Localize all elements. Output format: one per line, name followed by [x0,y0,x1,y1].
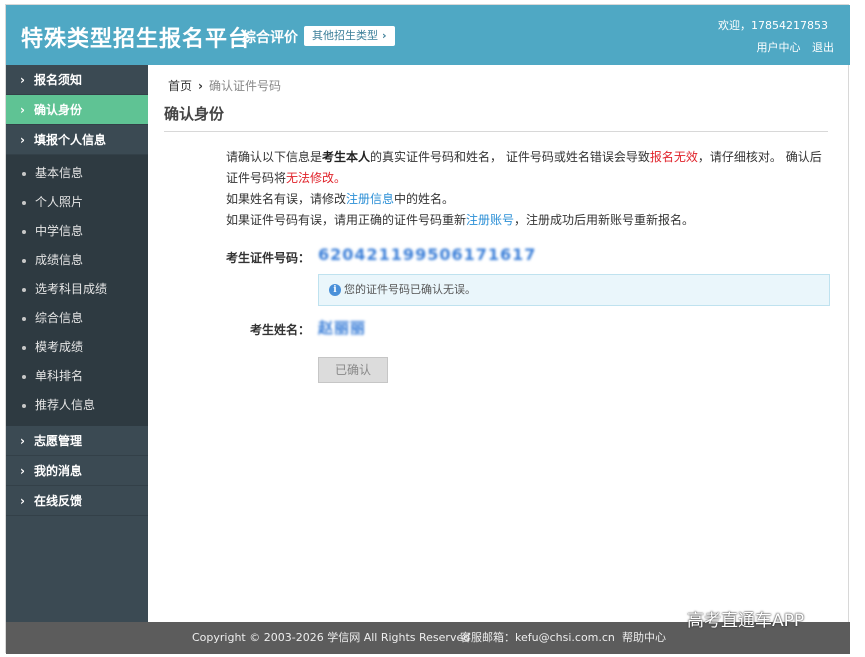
bullet-icon [22,200,26,205]
chevron-right-icon: › [20,464,25,478]
sidebar-subitem-label: 基本信息 [35,166,84,180]
page-frame: 特殊类型招生报名平台 综合评价 其他招生类型 › 欢迎，17854217853 用… [5,4,850,654]
copyright-text: Copyright © 2003-2026 学信网 All Rights Res… [192,631,471,644]
chevron-right-icon: › [20,103,25,117]
bullet-icon [22,287,26,292]
support-email: 客服邮箱：kefu@chsi.com.cn [460,631,615,644]
user-links: 用户中心 退出 [749,39,835,55]
registration-info-link[interactable]: 注册信息 [346,192,394,206]
sidebar-item-my-messages[interactable]: › 我的消息 [6,456,148,486]
sidebar-item-registration-notice[interactable]: › 报名须知 [6,65,148,95]
breadcrumb: 首页 › 确认证件号码 [168,77,281,94]
chevron-right-icon: › [382,29,387,42]
bullet-icon [22,258,26,263]
bullet-icon [22,316,26,321]
sidebar: › 报名须知 › 确认身份 › 填报个人信息 基本信息 个人照片 中学信息 成绩信息 … [6,65,148,622]
sidebar-subitem-referee-info[interactable]: 推荐人信息 [6,391,148,420]
chevron-right-icon: › [20,133,25,147]
other-admission-types-label: 其他招生类型 [312,29,378,42]
logout-link[interactable]: 退出 [812,41,834,54]
notice-paragraph-3: 如果证件号码有误，请用正确的证件号码重新注册账号，注册成功后用新账号重新报名。 [226,210,830,231]
register-account-link[interactable]: 注册账号 [466,213,514,227]
sidebar-subitem-label: 综合信息 [35,311,84,325]
bullet-icon [22,374,26,379]
name-label: 考生姓名： [250,323,311,337]
breadcrumb-home-link[interactable]: 首页 [168,79,192,93]
sidebar-item-label: 报名须知 [34,73,83,87]
notice-text-segment: 中的姓名。 [394,192,455,206]
notice-warning-text: 报名无效 [649,150,698,164]
sidebar-item-label: 填报个人信息 [34,133,107,147]
bullet-icon [22,345,26,350]
id-number-value: 620421199506171617 [318,245,537,264]
sidebar-subitem-label: 选考科目成绩 [35,282,108,296]
notice-paragraph-2: 如果姓名有误，请修改注册信息中的姓名。 [226,189,830,210]
platform-title: 特殊类型招生报名平台 [21,27,252,52]
id-confirmed-message: 您的证件号码已确认无误。 [344,283,476,296]
notice-warning-text: 无法修改。 [286,171,347,185]
sidebar-subitem-label: 模考成绩 [35,340,84,354]
notice-emphasis: 考生本人 [322,150,371,164]
sidebar-subitem-label: 中学信息 [35,224,84,238]
sidebar-item-label: 我的消息 [34,464,83,478]
notice-text-segment: 请确认以下信息是 [226,150,323,164]
other-admission-types-button[interactable]: 其他招生类型 › [304,26,395,46]
sidebar-subitem-school-info[interactable]: 中学信息 [6,217,148,246]
breadcrumb-current: 确认证件号码 [208,79,281,93]
sidebar-subitem-comprehensive-info[interactable]: 综合信息 [6,304,148,333]
notice-text-segment: 如果姓名有误，请修改 [226,192,347,206]
sidebar-subitem-photo[interactable]: 个人照片 [6,188,148,217]
sidebar-item-preference-management[interactable]: › 志愿管理 [6,426,148,456]
main-content: 首页 › 确认证件号码 确认身份 请确认以下信息是考生本人的真实证件号码和姓名， 证… [148,65,850,622]
name-value: 赵丽丽 [318,319,367,337]
notice-paragraph-1: 请确认以下信息是考生本人的真实证件号码和姓名， 证件号码或姓名错误会导致报名无效… [226,147,830,189]
sidebar-item-online-feedback[interactable]: › 在线反馈 [6,486,148,516]
sidebar-subitem-label: 个人照片 [35,195,84,209]
chevron-right-icon: › [198,79,203,93]
sidebar-subitem-basic-info[interactable]: 基本信息 [6,159,148,188]
sidebar-item-label: 志愿管理 [34,434,83,448]
notice-text-segment: ，注册成功后用新账号重新报名。 [514,213,695,227]
sidebar-subitem-elective-grades[interactable]: 选考科目成绩 [6,275,148,304]
admission-type-label: 综合评价 [242,30,298,46]
page-title: 确认身份 [164,103,828,132]
user-center-link[interactable]: 用户中心 [757,41,801,54]
chevron-right-icon: › [20,73,25,87]
help-center-link[interactable]: 帮助中心 [622,622,666,654]
notice-text-segment: 如果证件号码有误，请用正确的证件号码重新 [226,213,467,227]
welcome-text: 欢迎，17854217853 [718,19,828,32]
sidebar-subgroup: 基本信息 个人照片 中学信息 成绩信息 选考科目成绩 综合信息 模考成绩 单科排… [6,155,148,426]
sidebar-item-confirm-identity[interactable]: › 确认身份 [6,95,148,125]
bullet-icon [22,403,26,408]
bullet-icon [22,229,26,234]
notice-text: 请确认以下信息是考生本人的真实证件号码和姓名， 证件号码或姓名错误会导致报名无效… [226,147,830,231]
notice-text-segment: 的真实证件号码和姓名， 证件号码或姓名错误会导致 [370,150,650,164]
sidebar-subitem-label: 单科排名 [35,369,84,383]
sidebar-subitem-label: 推荐人信息 [35,398,96,412]
bullet-icon [22,171,26,176]
sidebar-subitem-grades[interactable]: 成绩信息 [6,246,148,275]
sidebar-item-label: 确认身份 [34,103,83,117]
confirmed-button[interactable]: 已确认 [318,357,388,383]
chevron-right-icon: › [20,434,25,448]
sidebar-item-personal-info[interactable]: › 填报个人信息 [6,125,148,155]
id-number-label: 考生证件号码： [226,251,311,265]
chevron-right-icon: › [20,494,25,508]
watermark: 高考直通车APP [687,611,805,631]
id-confirmed-info-box: i 您的证件号码已确认无误。 [318,274,830,306]
info-icon: i [329,284,341,296]
sidebar-subitem-label: 成绩信息 [35,253,84,267]
sidebar-subitem-subject-ranking[interactable]: 单科排名 [6,362,148,391]
sidebar-item-label: 在线反馈 [34,494,83,508]
sidebar-subitem-mock-exam[interactable]: 模考成绩 [6,333,148,362]
header: 特殊类型招生报名平台 综合评价 其他招生类型 › 欢迎，17854217853 用… [6,5,850,65]
